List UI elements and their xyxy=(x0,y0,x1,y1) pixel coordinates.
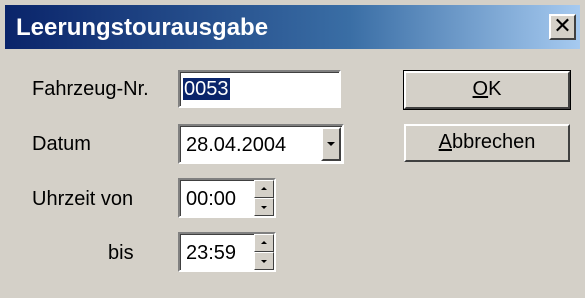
dialog-window: Leerungstourausgabe ✕ Fahrzeug-Nr. 0053 … xyxy=(0,0,585,298)
time-to-label: bis xyxy=(108,242,134,264)
vehicle-number-label: Fahrzeug-Nr. xyxy=(32,78,149,100)
time-from-spin-up[interactable] xyxy=(254,180,274,198)
date-dropdown[interactable]: 28.04.2004 xyxy=(178,124,344,164)
ok-button[interactable]: OK xyxy=(403,70,571,110)
close-button[interactable]: ✕ xyxy=(549,14,576,40)
time-to-spinner[interactable] xyxy=(254,234,274,270)
time-from-value: 00:00 xyxy=(186,188,237,210)
arrow-up-icon xyxy=(261,187,267,190)
chevron-down-icon xyxy=(327,142,335,146)
time-to-spin-down[interactable] xyxy=(254,252,274,270)
vehicle-number-value: 0053 xyxy=(183,78,230,100)
vehicle-number-input[interactable]: 0053 xyxy=(178,70,341,108)
date-value: 28.04.2004 xyxy=(186,134,287,156)
window-title: Leerungstourausgabe xyxy=(16,14,269,41)
time-from-input[interactable]: 00:00 xyxy=(178,178,276,218)
date-label: Datum xyxy=(32,133,91,155)
date-dropdown-button[interactable] xyxy=(321,127,341,161)
arrow-up-icon xyxy=(261,241,267,244)
cancel-button-label: bbrechen xyxy=(451,131,536,153)
cancel-button-mnemonic: A xyxy=(438,131,452,153)
close-icon: ✕ xyxy=(553,14,572,39)
time-from-spin-down[interactable] xyxy=(254,198,274,216)
title-bar[interactable]: Leerungstourausgabe ✕ xyxy=(5,5,580,49)
time-from-spinner[interactable] xyxy=(254,180,274,216)
time-from-label: Uhrzeit von xyxy=(32,188,134,210)
ok-button-mnemonic: O xyxy=(472,78,489,100)
time-to-spin-up[interactable] xyxy=(254,234,274,252)
ok-button-label: K xyxy=(488,78,502,100)
cancel-button[interactable]: Abbrechen xyxy=(404,124,570,162)
arrow-down-icon xyxy=(261,260,267,263)
time-to-value: 23:59 xyxy=(186,242,237,264)
time-to-input[interactable]: 23:59 xyxy=(178,232,276,272)
arrow-down-icon xyxy=(261,206,267,209)
